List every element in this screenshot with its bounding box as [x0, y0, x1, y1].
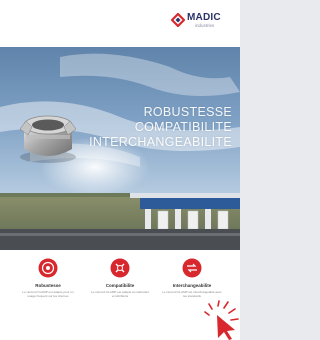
feature-text: Le raccord CLAMP est adapte au carburant… [91, 290, 149, 298]
document-title: RACCORD PETROLE LAMPANT CLAMP [18, 24, 163, 33]
brochure-cover: MADIC industries RACCORD PETROLE LAMPANT… [0, 0, 240, 340]
brand-tagline: industries [195, 23, 215, 28]
feature-text: Le raccord CLAMP est interchangeable ave… [162, 290, 222, 298]
feature-title: Robustesse [35, 283, 61, 288]
gear-icon [110, 258, 130, 278]
claim-compatibility: COMPATIBILITE [134, 120, 232, 134]
click-cursor-icon [204, 300, 239, 340]
brand-logo: MADIC industries [171, 12, 233, 32]
feature-row: Robustesse Le raccord CLAMP est adapte p… [12, 258, 228, 318]
feature-text: Le raccord CLAMP est adapte pour un usag… [22, 290, 74, 298]
claim-interchangeability: INTERCHANGEABILITE [89, 135, 232, 149]
swap-icon [182, 258, 202, 278]
madic-logo-mark [171, 13, 185, 27]
feature-title: Interchangeabilite [172, 283, 212, 288]
key-claims: ROBUSTESSE COMPATIBILITE INTERCHANGEABIL… [89, 105, 232, 150]
document-subtitle: Raccordement et Plaque [18, 36, 88, 43]
claim-robustness: ROBUSTESSE [143, 105, 232, 119]
feature-compatibility: Compatibilite Le raccord CLAMP est adapt… [84, 258, 156, 318]
feature-robustness: Robustesse Le raccord CLAMP est adapte p… [12, 258, 84, 318]
feature-title: Compatibilite [105, 283, 135, 288]
shield-icon [38, 258, 58, 278]
brand-name: MADIC [187, 12, 221, 23]
